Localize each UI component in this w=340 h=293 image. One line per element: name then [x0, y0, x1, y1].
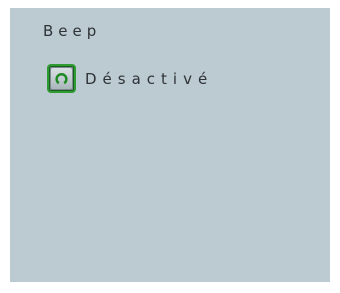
setting-title: Beep — [43, 22, 102, 40]
settings-panel: Beep Désactivé — [10, 8, 330, 282]
toggle-state-label: Désactivé — [85, 69, 214, 88]
toggle-button-face — [51, 68, 72, 89]
power-cycle-icon — [54, 71, 69, 86]
beep-toggle-button[interactable] — [47, 64, 76, 93]
beep-toggle-row[interactable]: Désactivé — [47, 64, 213, 93]
